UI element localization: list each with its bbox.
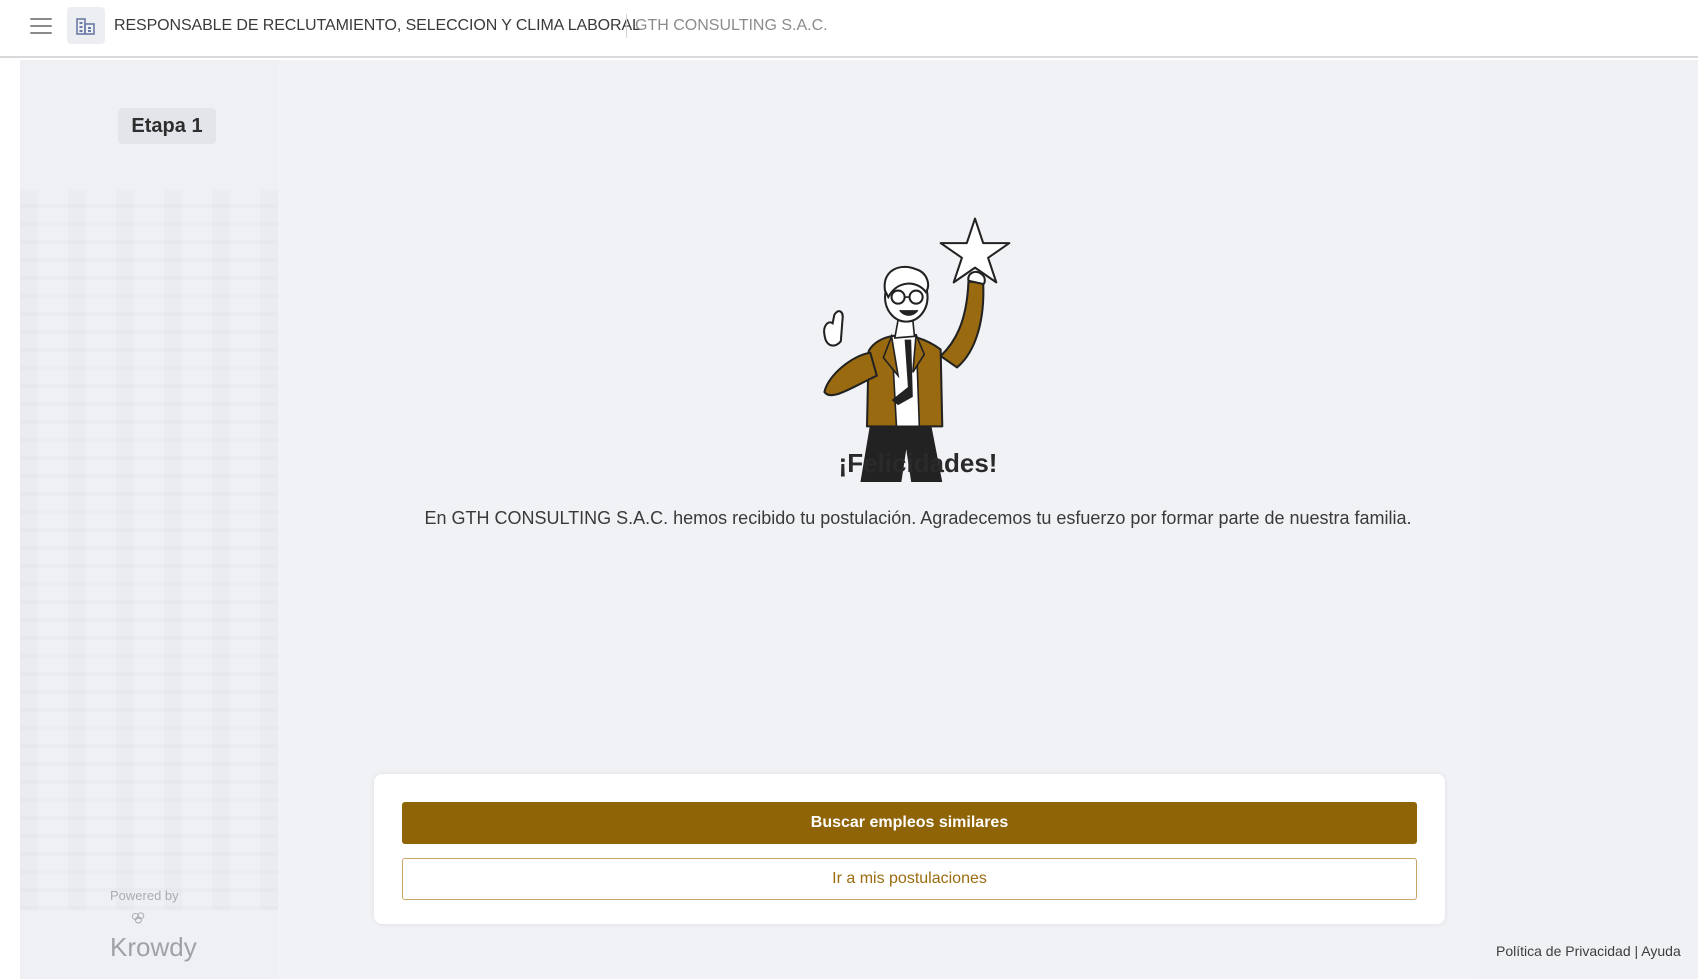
top-bar: RESPONSABLE DE RECLUTAMIENTO, SELECCION … bbox=[0, 0, 1698, 58]
company-name: GTH CONSULTING S.A.C. bbox=[635, 17, 828, 34]
header-separator bbox=[626, 14, 627, 38]
actions-card: Buscar empleos similares Ir a mis postul… bbox=[374, 774, 1445, 924]
confirmation-message: En GTH CONSULTING S.A.C. hemos recibido … bbox=[424, 508, 1412, 528]
privacy-policy-link[interactable]: Política de Privacidad bbox=[1496, 943, 1631, 959]
powered-by-label: Powered by bbox=[110, 888, 179, 903]
help-link[interactable]: Ayuda bbox=[1641, 943, 1680, 959]
building-icon bbox=[67, 7, 105, 44]
hamburger-menu-icon[interactable] bbox=[30, 18, 52, 34]
stage-badge: Etapa 1 bbox=[118, 108, 216, 144]
job-title: RESPONSABLE DE RECLUTAMIENTO, SELECCION … bbox=[114, 17, 641, 34]
man-holding-star-illustration bbox=[823, 217, 1011, 482]
congrats-heading: ¡Felicidades! bbox=[838, 448, 998, 478]
footer-links: Política de Privacidad | Ayuda bbox=[1496, 943, 1681, 959]
footer-separator: | bbox=[1634, 943, 1639, 959]
krowdy-brand[interactable]: Krowdy bbox=[110, 932, 197, 963]
search-similar-jobs-button[interactable]: Buscar empleos similares bbox=[402, 802, 1417, 844]
my-applications-button[interactable]: Ir a mis postulaciones bbox=[402, 858, 1417, 900]
krowdy-logo-icon bbox=[131, 912, 145, 924]
